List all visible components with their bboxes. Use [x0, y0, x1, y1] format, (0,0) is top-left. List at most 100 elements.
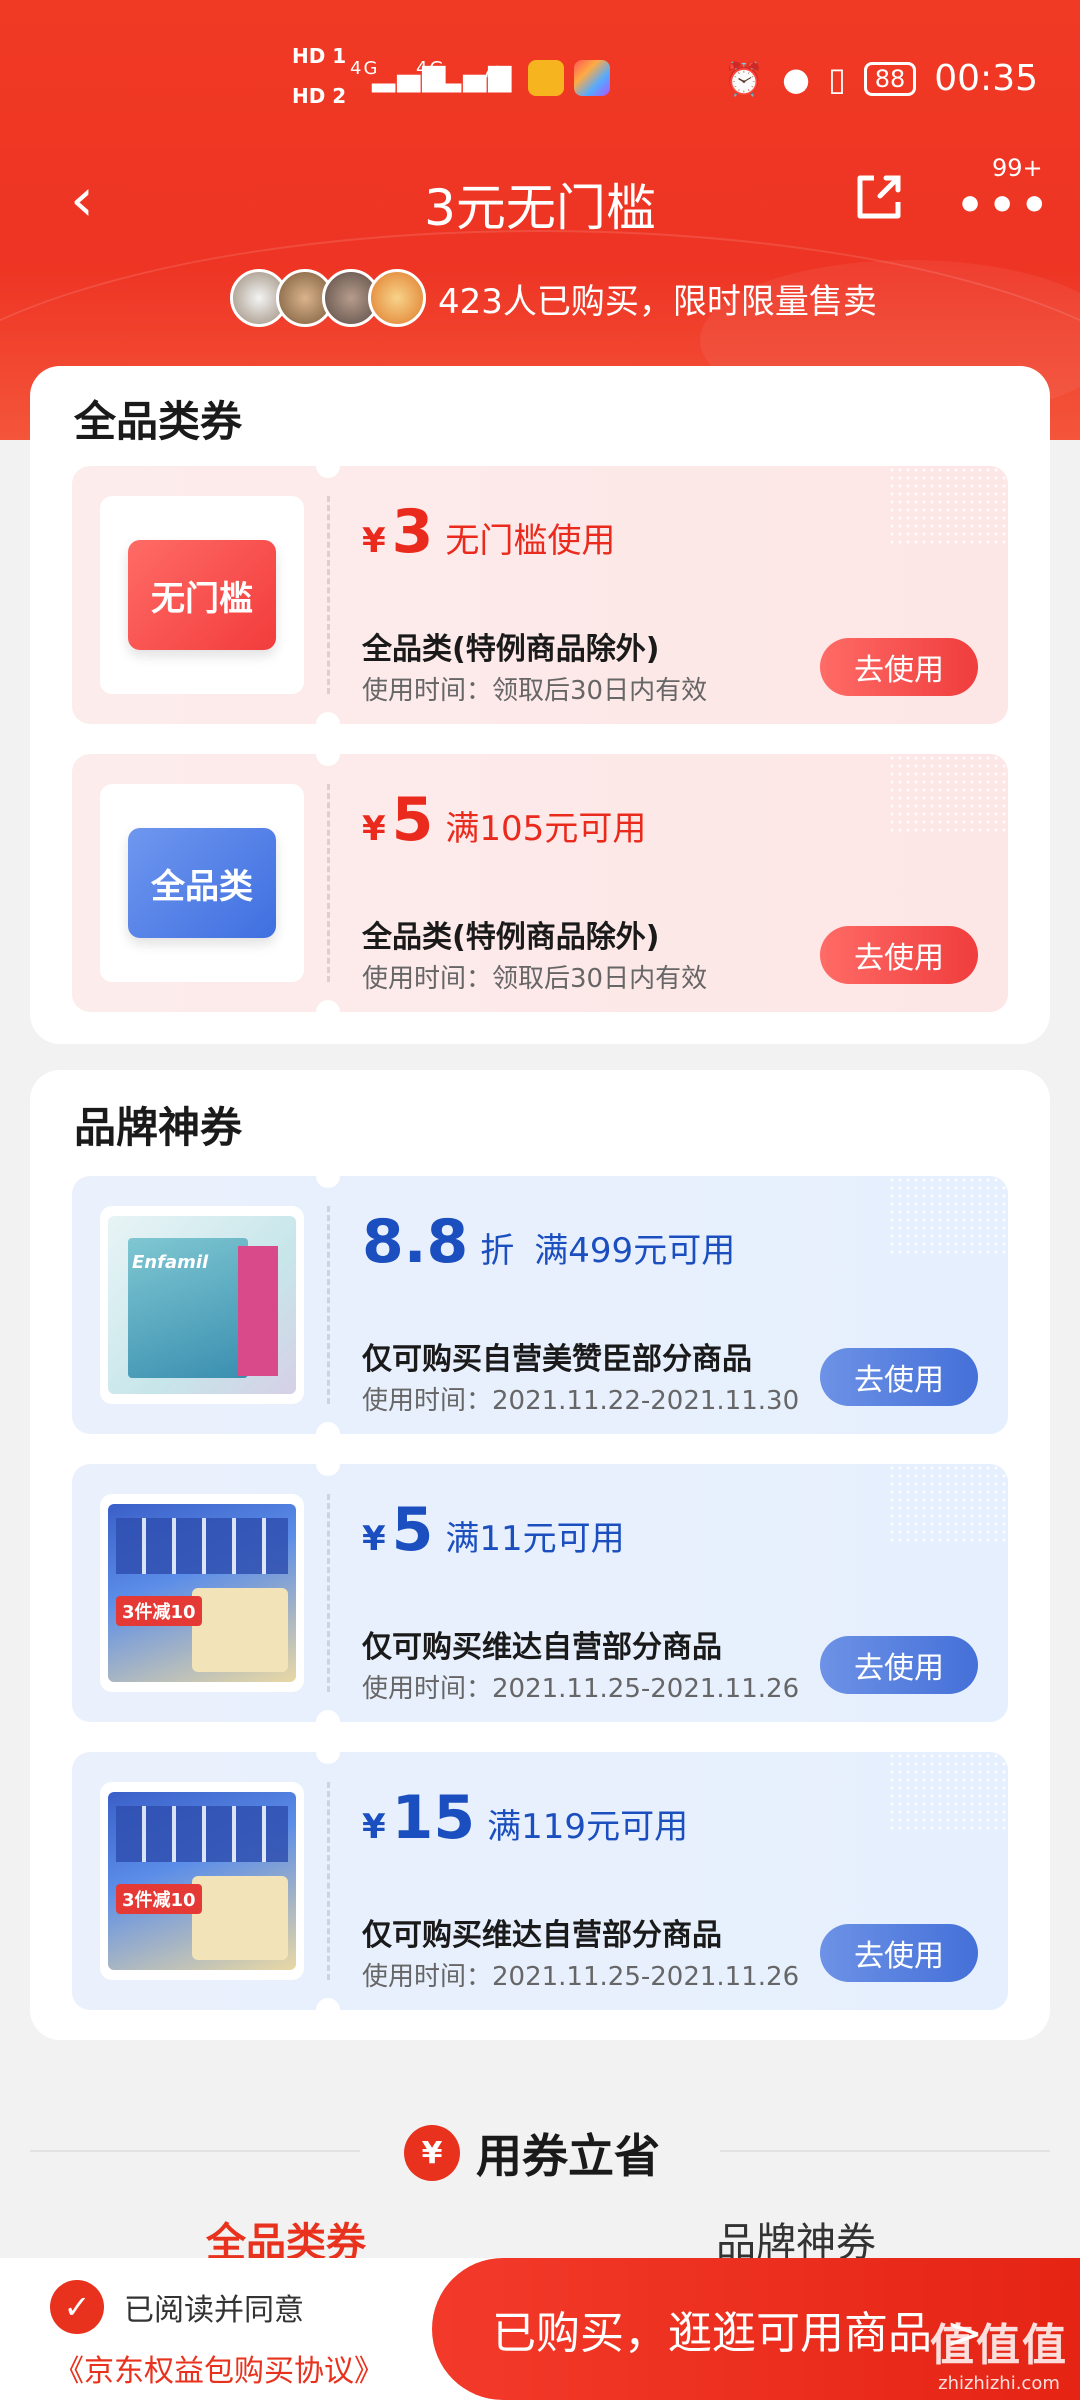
coupon-condition: 满119元可用: [487, 1807, 689, 1847]
agreement-link[interactable]: 《京东权益包购买协议》: [54, 2346, 384, 2390]
currency-symbol: ¥: [362, 521, 386, 561]
bottom-bar: ✓ 已阅读并同意 《京东权益包购买协议》 已购买，逛逛可用商品 > 值值值 zh…: [0, 2258, 1080, 2400]
watermark: 值值值 zhizhizhi.com: [930, 2309, 1068, 2394]
browse-products-button[interactable]: 已购买，逛逛可用商品 > 值值值 zhizhizhi.com: [432, 2258, 1080, 2400]
divider-line: [720, 2150, 1050, 2152]
coupon-validity: 使用时间：2021.11.25-2021.11.26: [362, 1962, 800, 1992]
battery-icon: 88: [863, 61, 917, 96]
coupon-condition: 满11元可用: [445, 1519, 625, 1559]
coupon-card: 无门槛 ¥ 3 无门槛使用 全品类(特例商品除外) 使用时间：领取后30日内有效…: [72, 466, 1008, 724]
use-coupon-button[interactable]: 去使用: [820, 638, 978, 696]
decor-dots: [888, 754, 1008, 834]
clock: 00:35: [934, 58, 1038, 99]
currency-symbol: ¥: [362, 1519, 386, 1559]
product-pack: [192, 1588, 288, 1672]
watermark-url: zhizhizhi.com: [938, 2373, 1060, 2394]
product-image: 3件减10: [108, 1504, 296, 1682]
decor-dots: [888, 1752, 1008, 1832]
coupon-notch: [316, 1000, 340, 1012]
coupon-notch: [316, 712, 340, 724]
save-section-title: 用券立省: [476, 2129, 660, 2183]
coupon-card: Enfamil 8.8 折 满499元可用 仅可购买自营美赞臣部分商品 使用时间…: [72, 1176, 1008, 1434]
coupon-validity: 使用时间：领取后30日内有效: [362, 964, 708, 994]
coupon-thumbnail: Enfamil: [100, 1206, 304, 1404]
coupon-card: 全品类 ¥ 5 满105元可用 全品类(特例商品除外) 使用时间：领取后30日内…: [72, 754, 1008, 1012]
currency-symbol: ¥: [362, 809, 386, 849]
coupon-thumbnail: 无门槛: [100, 496, 304, 694]
message-badge: 99+: [992, 154, 1043, 182]
coupon-condition: 满499元可用: [534, 1231, 736, 1271]
product-image: Enfamil: [108, 1216, 296, 1394]
coupon-amount: 5: [391, 1495, 434, 1565]
cta-label: 已购买，逛逛可用商品 >: [492, 2308, 983, 2359]
coupon-divider: [327, 1494, 330, 1692]
coupon-scope: 仅可购买自营美赞臣部分商品: [362, 1342, 752, 1377]
more-icon[interactable]: •••: [956, 180, 1052, 231]
coupon-notch: [316, 1464, 340, 1476]
coupon-scope: 全品类(特例商品除外): [362, 632, 660, 667]
coupon-thumbnail: 全品类: [100, 784, 304, 982]
coupon-notch: [316, 1710, 340, 1722]
coupon-unit: 折: [480, 1231, 515, 1271]
share-icon[interactable]: [852, 170, 906, 224]
status-bar: HD 1 HD 2 4G ▂▄▆ 4G ▂▄▆ ◠ ⏰ ● ▯ 88 00:35: [0, 0, 1080, 150]
nav-bar: ‹ 3元无门槛 ••• 99+: [0, 150, 1080, 250]
watermark-logo: 值值值: [930, 2320, 1068, 2371]
coupon-notch: [316, 754, 340, 766]
vibrate-icon: ▯: [828, 59, 846, 98]
use-coupon-button[interactable]: 去使用: [820, 1924, 978, 1982]
app-notification-icon: [574, 60, 610, 96]
coupon-validity: 使用时间：2021.11.22-2021.11.30: [362, 1386, 800, 1416]
coupon-scope: 全品类(特例商品除外): [362, 920, 660, 955]
coupon-amount: 15: [391, 1783, 476, 1853]
coupon-validity: 使用时间：领取后30日内有效: [362, 676, 708, 706]
ticket-icon: 无门槛: [128, 524, 276, 650]
product-promo-tag: 3件减10: [116, 1884, 202, 1914]
avatar: [368, 269, 426, 327]
product-image: 3件减10: [108, 1792, 296, 1970]
save-section-header: ¥ 用券立省: [0, 2110, 1080, 2190]
product-pack: [192, 1876, 288, 1960]
location-icon: ●: [782, 59, 811, 98]
buyer-banner: 423人已购买，限时限量售卖: [230, 266, 877, 330]
coupon-amount: 8.8: [362, 1207, 469, 1277]
coupon-divider: [327, 496, 330, 694]
coupon-condition: 满105元可用: [445, 809, 647, 849]
product-pack-row: [116, 1518, 288, 1574]
page-title: 3元无门槛: [424, 179, 656, 237]
section-title: 全品类券: [74, 397, 243, 446]
sim1-indicator: HD 1: [292, 44, 347, 68]
coupon-thumbnail: 3件减10: [100, 1494, 304, 1692]
coupon-notch: [316, 1176, 340, 1188]
app-notification-icon: [528, 60, 564, 96]
coupon-validity: 使用时间：2021.11.25-2021.11.26: [362, 1674, 800, 1704]
agree-checkbox[interactable]: ✓: [50, 2280, 104, 2334]
agree-text: 已阅读并同意: [124, 2293, 304, 2328]
use-coupon-button[interactable]: 去使用: [820, 1348, 978, 1406]
product-pack-row: [116, 1806, 288, 1862]
coupon-scope: 仅可购买维达自营部分商品: [362, 1918, 722, 1953]
coupon-divider: [327, 1206, 330, 1404]
coupon-card: 3件减10 ¥ 5 满11元可用 仅可购买维达自营部分商品 使用时间：2021.…: [72, 1464, 1008, 1722]
coupon-notch: [316, 1752, 340, 1764]
coupon-divider: [327, 1782, 330, 1980]
coupon-notch: [316, 1422, 340, 1434]
coupon-condition: 无门槛使用: [445, 521, 616, 561]
alarm-icon: ⏰: [724, 59, 765, 98]
use-coupon-button[interactable]: 去使用: [820, 1636, 978, 1694]
coupon-divider: [327, 784, 330, 982]
coupon-card: 3件减10 ¥ 15 满119元可用 仅可购买维达自营部分商品 使用时间：202…: [72, 1752, 1008, 2010]
product-promo-tag: 3件减10: [116, 1596, 202, 1626]
use-coupon-button[interactable]: 去使用: [820, 926, 978, 984]
divider-line: [30, 2150, 360, 2152]
ticket-icon: 全品类: [128, 812, 276, 938]
currency-symbol: ¥: [362, 1807, 386, 1847]
coupon-notch: [316, 1998, 340, 2010]
coupon-thumbnail: 3件减10: [100, 1782, 304, 1980]
coupon-notch: [316, 466, 340, 478]
buyer-count-text: 423人已购买，限时限量售卖: [438, 281, 877, 322]
coupon-amount: 5: [391, 785, 434, 855]
decor-dots: [888, 466, 1008, 546]
coupon-scope: 仅可购买维达自营部分商品: [362, 1630, 722, 1665]
decor-dots: [888, 1176, 1008, 1256]
